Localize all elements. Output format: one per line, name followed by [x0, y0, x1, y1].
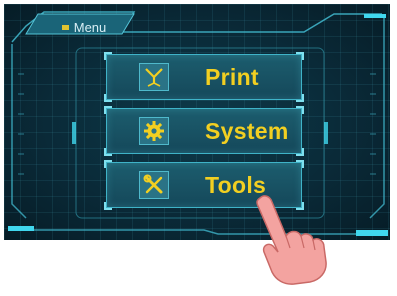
menu-tab-label: Menu [73, 19, 107, 35]
button-corner [104, 106, 112, 114]
menu-tab[interactable]: Menu [38, 16, 130, 38]
button-corner [104, 52, 112, 60]
system-button-label: System [205, 117, 289, 144]
gear-icon [139, 117, 169, 145]
button-corner [104, 94, 112, 102]
print-button[interactable]: Print [104, 52, 304, 102]
button-corner [104, 160, 112, 168]
button-corner [104, 202, 112, 210]
pointing-hand-icon [256, 195, 327, 285]
print-button-label: Print [205, 63, 259, 90]
system-button[interactable]: System [104, 106, 304, 156]
wrench-screwdriver-icon [139, 171, 169, 199]
menu-indicator-icon [61, 24, 69, 30]
print-nozzle-icon [139, 63, 169, 91]
button-corner [104, 148, 112, 156]
